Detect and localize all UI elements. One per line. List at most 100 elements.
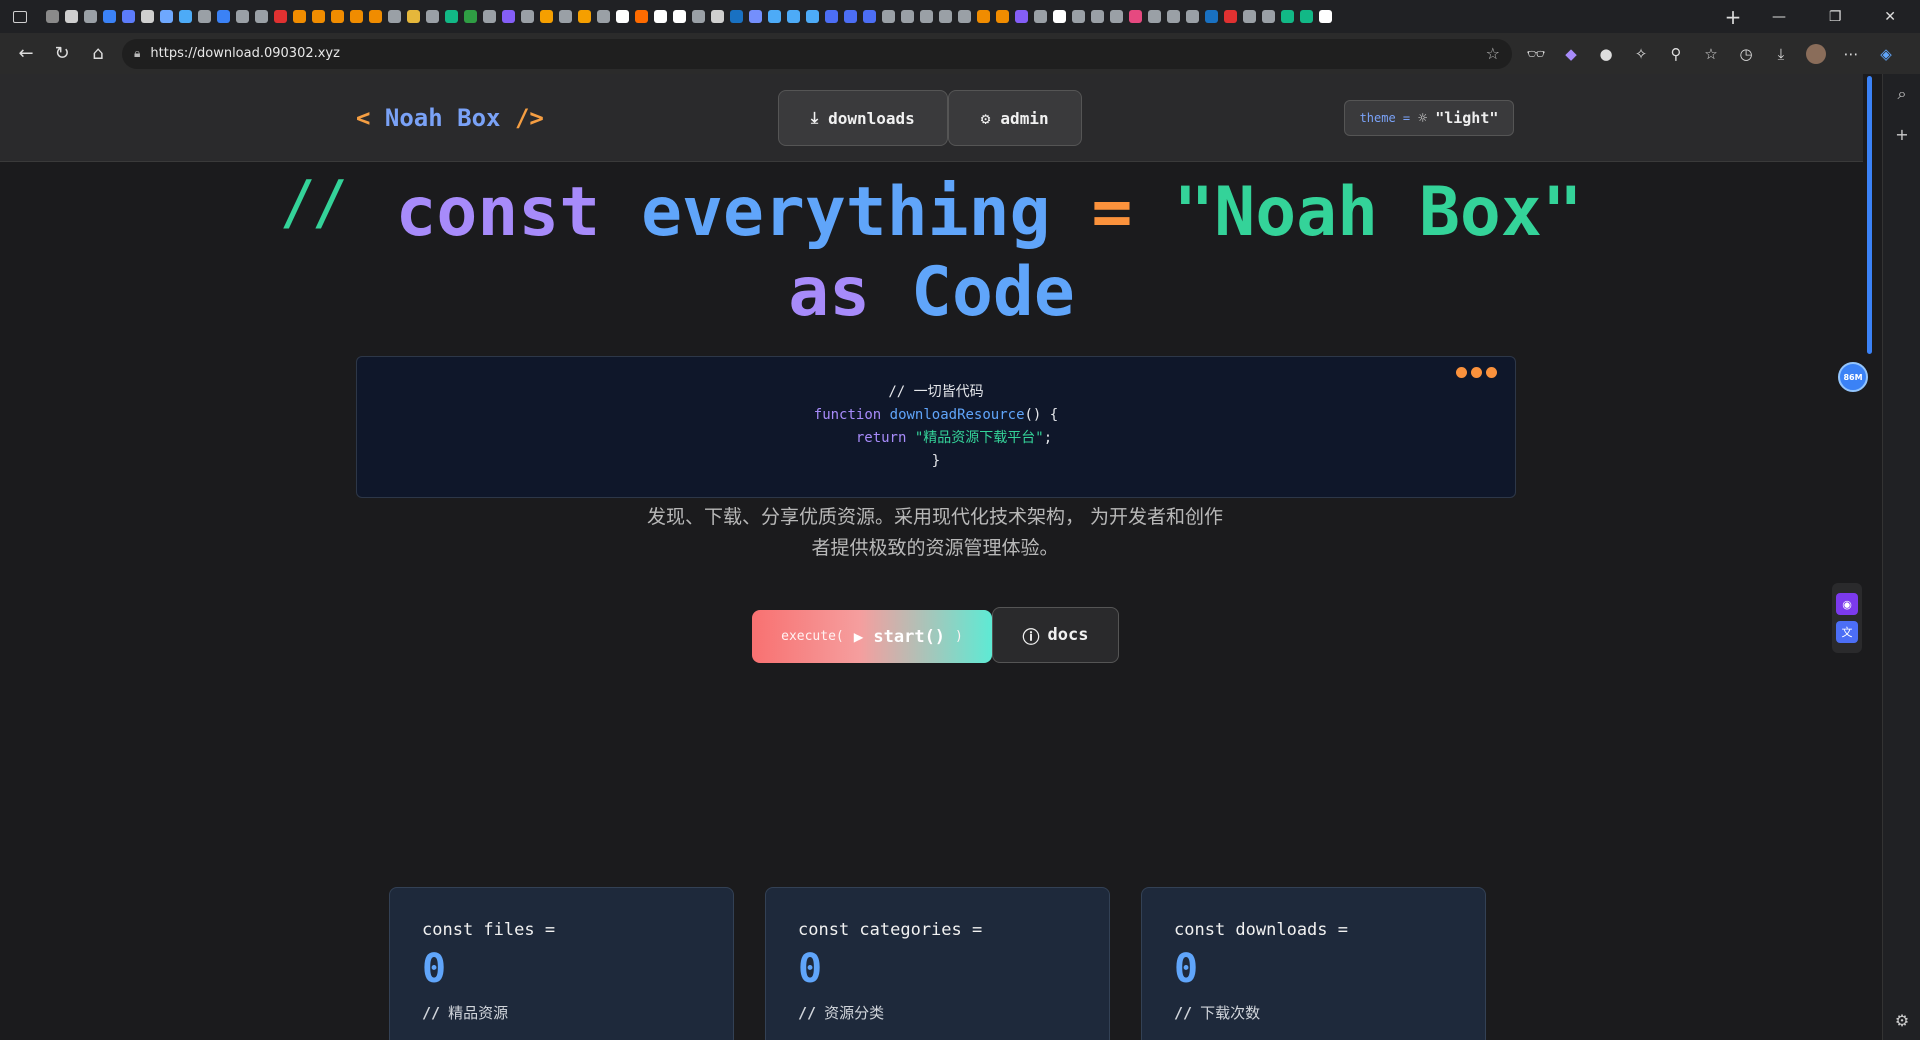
floating-memory-badge[interactable]: 86M [1838, 362, 1868, 392]
browser-tab-favicon[interactable] [768, 10, 781, 23]
browser-tab-favicon[interactable] [806, 10, 819, 23]
browser-tab-favicon[interactable] [1015, 10, 1028, 23]
theme-toggle-button[interactable]: theme = ☼ "light" [1344, 100, 1514, 136]
browser-tab-favicon[interactable] [578, 10, 591, 23]
browser-tab-favicon[interactable] [217, 10, 230, 23]
home-icon[interactable]: ⌂ [80, 38, 116, 70]
browser-tab-favicon[interactable] [274, 10, 287, 23]
browser-tab-favicon[interactable] [521, 10, 534, 23]
browser-tab-favicon[interactable] [1053, 10, 1066, 23]
docs-button[interactable]: ⓘ docs [992, 607, 1119, 663]
extension-circle-icon[interactable]: ● [1596, 44, 1616, 64]
browser-tab-favicon[interactable] [483, 10, 496, 23]
browser-tab-favicon[interactable] [616, 10, 629, 23]
browser-tab-favicon[interactable] [977, 10, 990, 23]
floating-chat-icon[interactable]: ◉ [1836, 593, 1858, 615]
back-icon[interactable]: ← [8, 38, 44, 70]
browser-tab-favicon[interactable] [749, 10, 762, 23]
browser-tab-favicon[interactable] [711, 10, 724, 23]
extension-glasses-icon[interactable]: 👓︎ [1526, 44, 1546, 64]
browser-tab-favicon[interactable] [654, 10, 667, 23]
browser-tab-favicon[interactable] [863, 10, 876, 23]
browser-tab-favicon[interactable] [1110, 10, 1123, 23]
browser-tab-favicon[interactable] [730, 10, 743, 23]
sidebar-search-icon[interactable]: ⌕ [1883, 74, 1920, 114]
browser-tab-favicon[interactable] [122, 10, 135, 23]
browser-tab-favicon[interactable] [597, 10, 610, 23]
lock-icon[interactable]: 🔒︎ [134, 46, 140, 61]
nav-admin-button[interactable]: ⚙ admin [947, 90, 1082, 146]
browser-tab-favicon[interactable] [996, 10, 1009, 23]
browser-tab-favicon[interactable] [1148, 10, 1161, 23]
browser-tab-favicon[interactable] [426, 10, 439, 23]
split-screen-icon[interactable]: ⚲ [1666, 44, 1686, 64]
browser-tab-favicon[interactable] [1167, 10, 1180, 23]
browser-tab-favicon[interactable] [920, 10, 933, 23]
favorite-star-icon[interactable]: ☆ [1486, 44, 1500, 63]
browser-tab-favicon[interactable] [407, 10, 420, 23]
browser-tab-favicon[interactable] [939, 10, 952, 23]
browser-tab-favicon[interactable] [673, 10, 686, 23]
browser-tab-favicon[interactable] [1319, 10, 1332, 23]
refresh-icon[interactable]: ↻ [44, 38, 80, 70]
browser-tab-favicon[interactable] [255, 10, 268, 23]
browser-tab-favicon[interactable] [958, 10, 971, 23]
browser-tab-favicon[interactable] [1205, 10, 1218, 23]
browser-tab-favicon[interactable] [445, 10, 458, 23]
minimize-icon[interactable]: — [1772, 9, 1786, 25]
new-tab-button[interactable]: + [1718, 5, 1748, 29]
browser-tab-favicon[interactable] [1072, 10, 1085, 23]
browser-tab-favicon[interactable] [825, 10, 838, 23]
browser-tab-favicon[interactable] [901, 10, 914, 23]
browser-tab-favicon[interactable] [141, 10, 154, 23]
browser-tab-favicon[interactable] [1281, 10, 1294, 23]
more-menu-icon[interactable]: ⋯ [1841, 44, 1861, 64]
browser-tab-favicon[interactable] [464, 10, 477, 23]
browser-tab-favicon[interactable] [1129, 10, 1142, 23]
browser-tab-favicon[interactable] [236, 10, 249, 23]
browser-tab-favicon[interactable] [1262, 10, 1275, 23]
sidebar-add-icon[interactable]: + [1883, 114, 1920, 154]
url-field[interactable]: 🔒︎ https://download.090302.xyz ☆ [122, 38, 1512, 69]
browser-tab-favicon[interactable] [369, 10, 382, 23]
browser-tab-favicon[interactable] [84, 10, 97, 23]
browser-tab-favicon[interactable] [1300, 10, 1313, 23]
tab-actions-button[interactable] [0, 10, 40, 23]
translate-icon[interactable]: 文 [1836, 621, 1858, 643]
browser-tab-favicon[interactable] [331, 10, 344, 23]
history-icon[interactable]: ◷ [1736, 44, 1756, 64]
browser-tab-favicon[interactable] [312, 10, 325, 23]
browser-tab-favicon[interactable] [692, 10, 705, 23]
browser-tab-favicon[interactable] [103, 10, 116, 23]
browser-tab-favicon[interactable] [293, 10, 306, 23]
copilot-icon[interactable]: ◈ [1876, 44, 1896, 64]
browser-tab-favicon[interactable] [1224, 10, 1237, 23]
sidebar-settings-icon[interactable]: ⚙ [1883, 1000, 1920, 1040]
restore-icon[interactable]: ❐ [1829, 9, 1842, 25]
profile-avatar[interactable] [1806, 43, 1826, 64]
browser-tab-favicon[interactable] [388, 10, 401, 23]
nav-downloads-button[interactable]: ⤓ downloads [778, 90, 948, 146]
browser-tab-favicon[interactable] [635, 10, 648, 23]
site-logo[interactable]: < Noah Box /> [356, 104, 544, 132]
browser-tab-favicon[interactable] [882, 10, 895, 23]
browser-tab-favicon[interactable] [1186, 10, 1199, 23]
browser-tab-favicon[interactable] [1243, 10, 1256, 23]
browser-tab-favicon[interactable] [160, 10, 173, 23]
extension-shield-icon[interactable]: ◆ [1561, 44, 1581, 64]
browser-tab-favicon[interactable] [502, 10, 515, 23]
browser-tab-favicon[interactable] [559, 10, 572, 23]
browser-tab-favicon[interactable] [1091, 10, 1104, 23]
browser-tab-favicon[interactable] [65, 10, 78, 23]
browser-tab-favicon[interactable] [540, 10, 553, 23]
close-window-icon[interactable]: ✕ [1884, 9, 1896, 25]
page-scrollbar-thumb[interactable] [1867, 76, 1872, 354]
extensions-puzzle-icon[interactable]: ✧ [1631, 44, 1651, 64]
browser-tab-favicon[interactable] [844, 10, 857, 23]
browser-tab-favicon[interactable] [198, 10, 211, 23]
browser-tab-favicon[interactable] [787, 10, 800, 23]
execute-start-button[interactable]: execute( ▶ start() ) [752, 610, 992, 663]
download-icon[interactable]: ⤓ [1771, 44, 1791, 64]
browser-tab-favicon[interactable] [1034, 10, 1047, 23]
browser-tab-favicon[interactable] [179, 10, 192, 23]
